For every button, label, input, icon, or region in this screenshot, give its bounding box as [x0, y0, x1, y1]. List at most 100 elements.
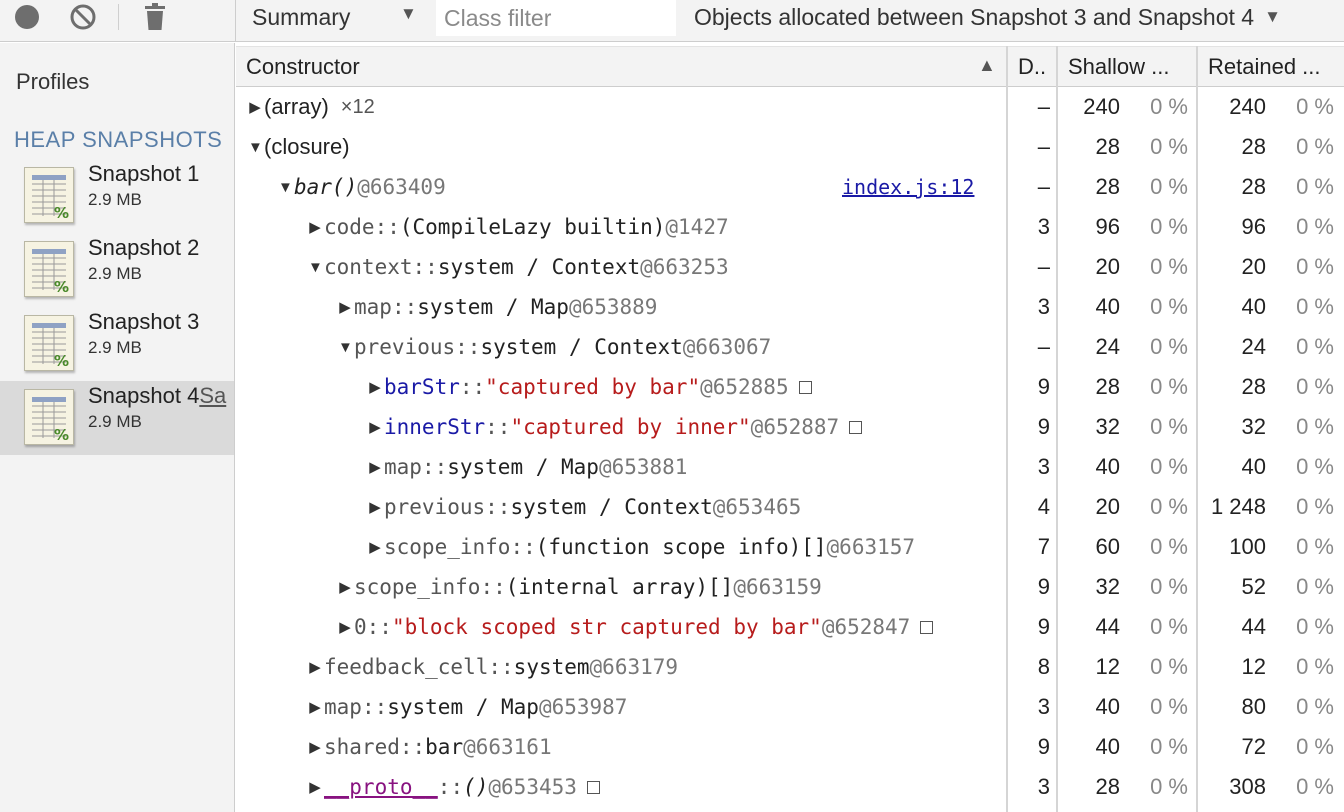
snapshot-size: 2.9 MB: [88, 338, 142, 357]
expand-triangle-icon[interactable]: ▶: [368, 538, 382, 556]
grid-row[interactable]: ▶ map :: system / Map @653987 3 40 0 % 80 0 %: [236, 687, 1344, 727]
snapshot-range-select[interactable]: Objects allocated between Snapshot 3 and…: [694, 0, 1281, 34]
expand-triangle-icon[interactable]: ▶: [308, 218, 322, 236]
constructor-cell: ▶ scope_info :: (function scope info)[] @…: [236, 527, 1006, 567]
grid-row[interactable]: ▶ scope_info :: (internal array)[] @66315…: [236, 567, 1344, 607]
heap-snapshot-icon: %: [24, 389, 74, 445]
class-filter-input[interactable]: [436, 0, 676, 36]
retained-size-cell: 96: [1241, 214, 1266, 239]
expand-triangle-icon[interactable]: ▶: [308, 778, 322, 796]
snapshot-rename-field[interactable]: Sa: [199, 383, 226, 408]
node-name-part: context: [324, 255, 413, 279]
grid-row[interactable]: ▶ previous :: system / Context @653465 4 20…: [236, 487, 1344, 527]
collect-garbage-button[interactable]: [140, 0, 170, 34]
grid-row[interactable]: ▶ map :: system / Map @653889 3 40 0 % 40 0 %: [236, 287, 1344, 327]
shallow-size-cell: 28: [1095, 134, 1120, 159]
expand-triangle-icon[interactable]: ▶: [368, 378, 382, 396]
constructor-cell: ▶ feedback_cell :: system @663179: [236, 647, 1006, 687]
retained-percent-cell: 0 %: [1296, 134, 1334, 159]
snapshot-item[interactable]: % Snapshot 1 2.9 MB: [0, 159, 234, 233]
shallow-percent-cell: 0 %: [1150, 374, 1188, 399]
constructor-column-header[interactable]: Constructor: [246, 47, 986, 87]
distance-column-header[interactable]: D..: [1018, 47, 1058, 87]
grid-row[interactable]: ▶ __proto__ :: () @653453 3 28 0 % 308 0 %: [236, 767, 1344, 807]
grid-row[interactable]: ▶ map :: system / Map @653881 3 40 0 % 40 0 %: [236, 447, 1344, 487]
sort-ascending-icon: ▲: [978, 55, 996, 75]
distance-cell: –: [1037, 134, 1050, 159]
expand-triangle-icon[interactable]: ▶: [308, 698, 322, 716]
store-as-global-icon[interactable]: [849, 420, 863, 434]
shallow-percent-cell: 0 %: [1150, 734, 1188, 759]
shallow-size-cell: 40: [1095, 694, 1120, 719]
retained-size-column-header[interactable]: Retained ...: [1208, 47, 1344, 87]
grid-row[interactable]: ▶ scope_info :: (function scope info)[] @…: [236, 527, 1344, 567]
expand-triangle-icon[interactable]: ▶: [368, 498, 382, 516]
node-name-part: code: [324, 215, 375, 239]
collapse-triangle-icon[interactable]: ▼: [248, 139, 263, 156]
source-link[interactable]: index.js:12: [842, 167, 974, 207]
distance-cell: 7: [1037, 534, 1050, 559]
shallow-percent-cell: 0 %: [1150, 694, 1188, 719]
grid-row[interactable]: ▶ barStr :: "captured by bar" @652885 9 28 0…: [236, 367, 1344, 407]
expand-triangle-icon[interactable]: ▶: [248, 98, 262, 116]
grid-row[interactable]: ▼ (closure) – 28 0 % 28 0 %: [236, 127, 1344, 167]
store-as-global-icon[interactable]: [920, 620, 934, 634]
node-name-part: ::: [459, 375, 486, 399]
heap-snapshot-icon: %: [24, 241, 74, 297]
shallow-size-column-header[interactable]: Shallow ...: [1068, 47, 1193, 87]
constructor-cell: ▶ scope_info :: (internal array)[] @66315…: [236, 567, 1006, 607]
grid-row[interactable]: ▶ 0 :: "block scoped str captured by bar"…: [236, 607, 1344, 647]
node-name-part: (function scope info)[]: [535, 535, 827, 559]
store-as-global-icon[interactable]: [586, 780, 600, 794]
collapse-triangle-icon[interactable]: ▼: [338, 339, 353, 356]
grid-row[interactable]: ▼ bar() @663409 index.js:12 – 28 0 % 28 0 %: [236, 167, 1344, 207]
expand-triangle-icon[interactable]: ▶: [368, 458, 382, 476]
grid-row[interactable]: ▶ shared :: bar @663161 9 40 0 % 72 0 %: [236, 727, 1344, 767]
retained-percent-cell: 0 %: [1296, 654, 1334, 679]
shallow-size-cell: 28: [1095, 374, 1120, 399]
distance-header-label: D..: [1018, 54, 1047, 79]
view-select[interactable]: Summary ▼: [252, 0, 417, 34]
snapshot-item[interactable]: % Snapshot 2 2.9 MB: [0, 233, 234, 307]
store-as-global-icon[interactable]: [798, 380, 812, 394]
snapshot-name-text: Snapshot 4: [88, 383, 200, 408]
expand-triangle-icon[interactable]: ▶: [308, 658, 322, 676]
snapshot-item[interactable]: % Snapshot 4Sa 2.9 MB: [0, 381, 234, 455]
retained-percent-cell: 0 %: [1296, 454, 1334, 479]
snapshot-name: Snapshot 4Sa: [88, 383, 226, 409]
shallow-size-cell: 28: [1095, 774, 1120, 799]
expand-triangle-icon[interactable]: ▶: [338, 618, 352, 636]
grid-row[interactable]: ▶ (array) ×12 – 240 0 % 240 0 %: [236, 87, 1344, 127]
distance-cell: –: [1037, 254, 1050, 279]
snapshot-item[interactable]: % Snapshot 3 2.9 MB: [0, 307, 234, 381]
snapshot-size: 2.9 MB: [88, 412, 142, 431]
constructor-cell: ▶ __proto__ :: () @653453: [236, 767, 1006, 807]
clear-button[interactable]: [66, 0, 100, 34]
retained-header-label: Retained ...: [1208, 54, 1321, 79]
grid-row[interactable]: ▼ previous :: system / Context @663067 – 24…: [236, 327, 1344, 367]
snapshot-name-text: Snapshot 3: [88, 309, 200, 334]
constructor-cell: ▶ map :: system / Map @653987: [236, 687, 1006, 727]
grid-row[interactable]: ▶ feedback_cell :: system @663179 8 12 0 % 12…: [236, 647, 1344, 687]
heap-snapshot-icon: %: [24, 315, 74, 371]
expand-triangle-icon[interactable]: ▶: [368, 418, 382, 436]
expand-triangle-icon[interactable]: ▶: [338, 578, 352, 596]
collapse-triangle-icon[interactable]: ▼: [278, 179, 293, 196]
grid-row[interactable]: ▶ code :: (CompileLazy builtin) @1427 3 96 0…: [236, 207, 1344, 247]
grid-row[interactable]: ▶ innerStr :: "captured by inner" @652887…: [236, 407, 1344, 447]
record-button[interactable]: [10, 0, 44, 34]
distance-cell: 3: [1037, 294, 1050, 319]
expand-triangle-icon[interactable]: ▶: [308, 738, 322, 756]
retained-size-cell: 52: [1241, 574, 1266, 599]
constructor-header-label: Constructor: [246, 54, 360, 79]
collapse-triangle-icon[interactable]: ▼: [308, 259, 323, 276]
expand-triangle-icon[interactable]: ▶: [338, 298, 352, 316]
grid-row[interactable]: ▼ context :: system / Context @663253 – 20 0…: [236, 247, 1344, 287]
node-name-part: @652885: [700, 375, 789, 399]
node-name-part: bar: [425, 735, 464, 759]
constructor-cell: ▶ (array) ×12: [236, 87, 1006, 127]
profiles-sidebar: Profiles HEAP SNAPSHOTS % Snapshot 1 2.9…: [0, 43, 235, 812]
shallow-percent-cell: 0 %: [1150, 454, 1188, 479]
shallow-size-cell: 96: [1095, 214, 1120, 239]
retained-size-cell: 308: [1229, 774, 1266, 799]
